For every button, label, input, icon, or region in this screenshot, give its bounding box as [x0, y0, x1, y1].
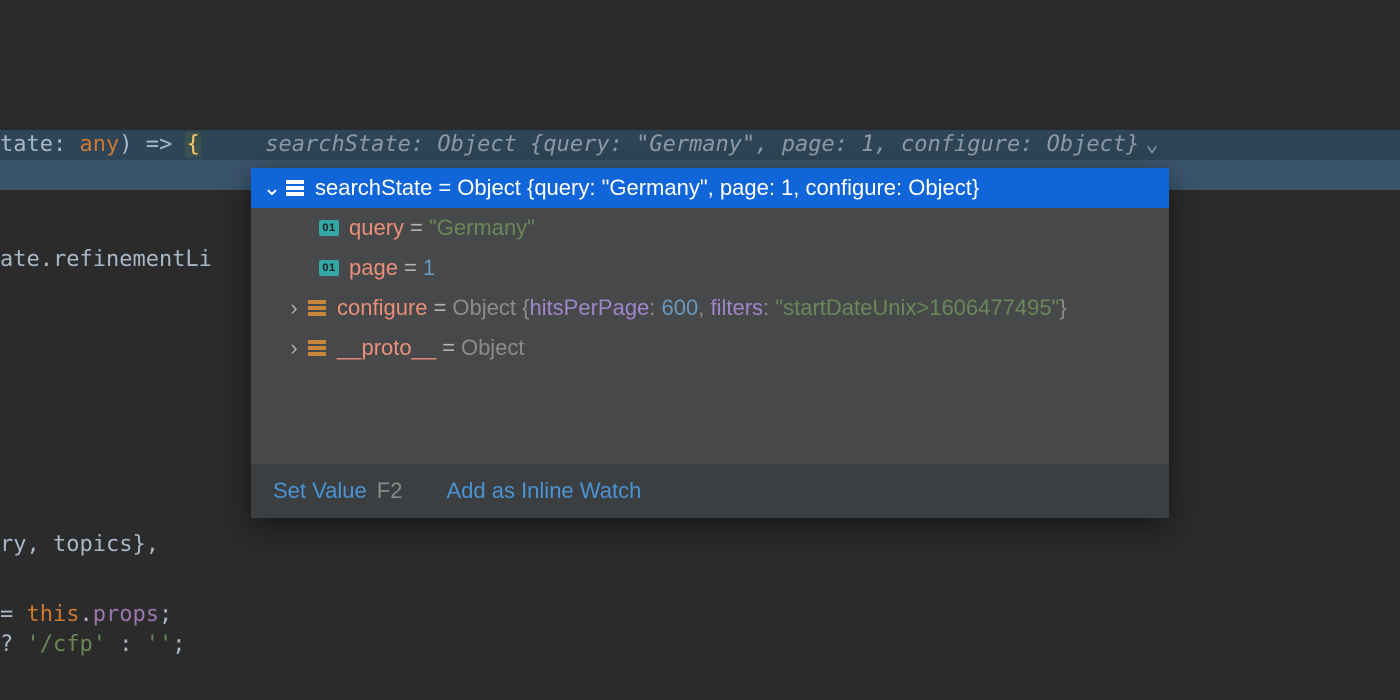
code-punc: ; [159, 602, 172, 627]
code-punc: }, [132, 532, 159, 557]
tree-row-proto[interactable]: › __proto__ = Object [251, 328, 1169, 368]
equals-sign: = [436, 335, 461, 361]
var-value-string: "Germany" [429, 215, 535, 241]
code-identifier: tate [0, 132, 53, 157]
code-punc: , [27, 532, 54, 557]
equals-sign: = [404, 215, 429, 241]
var-name: __proto__ [337, 335, 436, 361]
add-inline-watch-action[interactable]: Add as Inline Watch [446, 478, 641, 504]
code-punc: ; [172, 632, 185, 657]
code-brace-highlight: { [185, 132, 200, 157]
code-punc: : [53, 132, 80, 157]
var-name: page [349, 255, 398, 281]
tree-row-property[interactable]: › configure = Object {hitsPerPage: 600, … [251, 288, 1169, 328]
primitive-icon: 01 [319, 258, 339, 278]
code-punc: ? [0, 632, 27, 657]
code-arrow: => [132, 132, 185, 157]
popup-footer: Set Value F2 Add as Inline Watch [251, 464, 1169, 518]
code-punc: = [0, 602, 27, 627]
code-punc: ) [119, 132, 132, 157]
tree-row-root[interactable]: ⌄ searchState = Object {query: "Germany"… [251, 168, 1169, 208]
equals-sign: = [432, 175, 457, 201]
code-string: '/cfp' [27, 632, 106, 657]
equals-sign: = [398, 255, 423, 281]
code-line: = this.props; [0, 600, 1400, 630]
code-keyword-this: this [27, 602, 80, 627]
tree-row-property[interactable]: 01 query = "Germany" [251, 208, 1169, 248]
var-name: configure [337, 295, 428, 321]
primitive-icon: 01 [319, 218, 339, 238]
code-editor[interactable]: tate: any) => { searchState: Object {que… [0, 0, 1400, 700]
var-summary: Object {hitsPerPage: 600, filters: "star… [452, 295, 1066, 321]
debug-evaluate-popup: ⌄ searchState = Object {query: "Germany"… [251, 168, 1169, 518]
code-line: ? '/cfp' : ''; [0, 630, 1400, 660]
action-label: Set Value [273, 478, 367, 503]
code-property: props [93, 602, 159, 627]
code-identifier: ate.refinementLi [0, 247, 212, 272]
code-punc: : [106, 632, 146, 657]
var-value-object: Object [461, 335, 525, 361]
var-name: query [349, 215, 404, 241]
inline-hint-text: searchState: Object {query: "Germany", p… [265, 132, 1139, 157]
var-summary: Object {query: "Germany", page: 1, confi… [457, 175, 979, 201]
code-string: '' [146, 632, 173, 657]
chevron-down-icon[interactable]: ⌄ [263, 175, 281, 201]
chevron-right-icon[interactable]: › [285, 295, 303, 321]
object-icon [307, 298, 327, 318]
code-type: any [79, 132, 119, 157]
chevron-down-icon: ⌄ [1145, 132, 1158, 157]
inline-debug-hint[interactable]: searchState: Object {query: "Germany", p… [265, 132, 1158, 157]
keyboard-shortcut: F2 [377, 478, 403, 503]
code-punc: . [79, 602, 92, 627]
object-icon [307, 338, 327, 358]
chevron-right-icon[interactable]: › [285, 335, 303, 361]
tree-row-property[interactable]: 01 page = 1 [251, 248, 1169, 288]
var-value-number: 1 [423, 255, 435, 281]
set-value-action[interactable]: Set Value F2 [273, 478, 402, 504]
equals-sign: = [428, 295, 453, 321]
object-icon [285, 178, 305, 198]
var-name: searchState [315, 175, 432, 201]
debug-variable-tree[interactable]: ⌄ searchState = Object {query: "Germany"… [251, 168, 1169, 464]
code-line: ry, topics}, [0, 530, 1400, 560]
code-identifier: ry [0, 532, 27, 557]
code-line: tate: any) => { searchState: Object {que… [0, 130, 1400, 160]
code-identifier: topics [53, 532, 132, 557]
